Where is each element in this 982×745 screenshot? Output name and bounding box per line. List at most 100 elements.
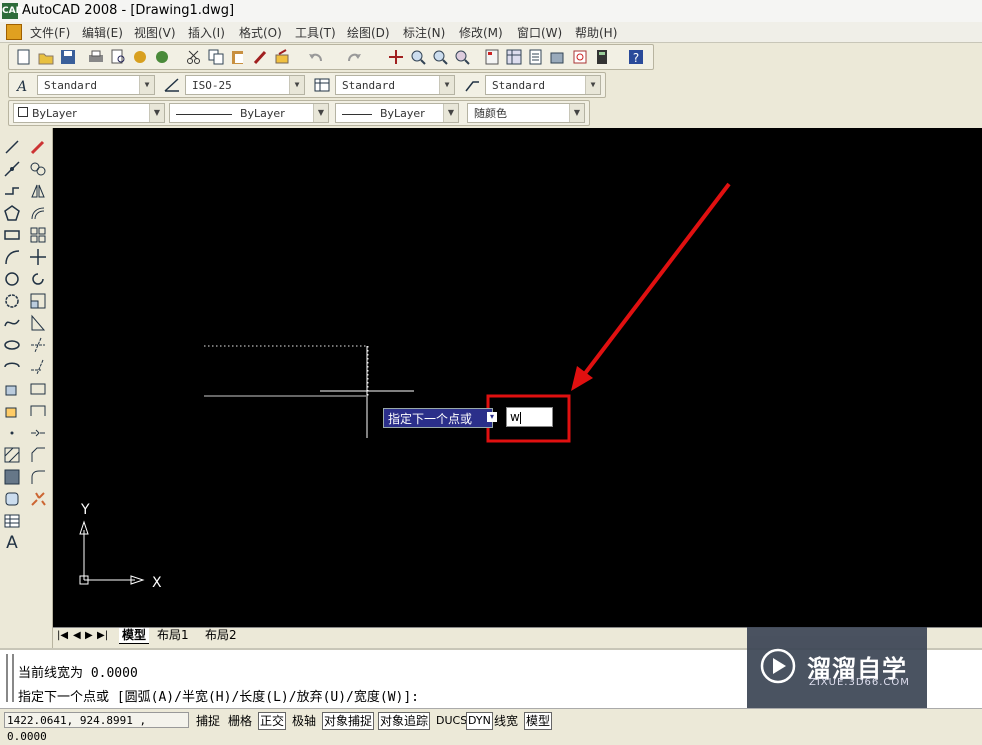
document-icon[interactable] [6, 24, 22, 40]
menu-view[interactable]: 视图(V) [134, 24, 176, 41]
mirror-icon[interactable] [29, 182, 47, 200]
copy-object-icon[interactable] [29, 160, 47, 178]
menu-format[interactable]: 格式(O) [239, 24, 282, 41]
dim-style-icon[interactable] [163, 76, 181, 94]
menu-file[interactable]: 文件(F) [30, 24, 70, 41]
snap-toggle[interactable]: 捕捉 [194, 712, 222, 730]
tab-model[interactable]: 模型 [119, 628, 150, 644]
menu-insert[interactable]: 插入(I) [188, 24, 225, 41]
dynamic-input-field[interactable]: w [506, 407, 553, 427]
sheet-set-icon[interactable] [549, 48, 567, 66]
break-icon[interactable] [29, 402, 47, 420]
linetype-select[interactable]: ByLayer ▼ [169, 103, 329, 123]
tab-first-icon[interactable]: |◀ [57, 628, 68, 643]
paste-icon[interactable] [229, 48, 247, 66]
plot-preview-icon[interactable] [109, 48, 127, 66]
break-at-point-icon[interactable] [29, 380, 47, 398]
options-down-arrow-icon[interactable]: ▾ [487, 412, 497, 422]
extend-icon[interactable] [29, 358, 47, 376]
cut-icon[interactable] [185, 48, 203, 66]
chevron-down-icon[interactable]: ▼ [139, 76, 154, 94]
copy-icon[interactable] [207, 48, 225, 66]
arc-icon[interactable] [3, 248, 21, 266]
chevron-down-icon[interactable]: ▼ [585, 76, 600, 94]
make-block-icon[interactable] [3, 402, 21, 420]
table-style-icon[interactable] [313, 76, 331, 94]
coordinate-readout[interactable]: 1422.0641, 924.8991 , 0.0000 [4, 712, 189, 743]
ducs-toggle[interactable]: DUCS [434, 712, 469, 730]
menu-help[interactable]: 帮助(H) [575, 24, 617, 41]
array-icon[interactable] [29, 226, 47, 244]
tab-next-icon[interactable]: ▶ [85, 628, 93, 643]
block-editor-icon[interactable] [273, 48, 291, 66]
match-properties-icon[interactable] [251, 48, 269, 66]
menu-edit[interactable]: 编辑(E) [82, 24, 123, 41]
polar-toggle[interactable]: 极轴 [290, 712, 318, 730]
model-toggle[interactable]: 模型 [524, 712, 553, 730]
open-icon[interactable] [37, 48, 55, 66]
save-icon[interactable] [59, 48, 77, 66]
construction-line-icon[interactable] [3, 160, 21, 178]
chamfer-icon[interactable] [29, 446, 47, 464]
zoom-previous-icon[interactable] [453, 48, 471, 66]
zoom-window-icon[interactable] [431, 48, 449, 66]
redo-icon[interactable] [345, 48, 363, 66]
insert-block-icon[interactable] [3, 380, 21, 398]
command-grip-icon[interactable] [6, 654, 14, 702]
properties-icon[interactable] [483, 48, 501, 66]
drawing-canvas[interactable]: Y X 指定下一个点或 ▾ w [53, 128, 982, 627]
plot-icon[interactable] [87, 48, 105, 66]
markup-icon[interactable] [571, 48, 589, 66]
text-style-icon[interactable]: A [15, 76, 33, 94]
tab-prev-icon[interactable]: ◀ [73, 628, 81, 643]
help-icon[interactable]: ? [627, 48, 645, 66]
undo-icon[interactable] [307, 48, 325, 66]
tab-layout2[interactable]: 布局2 [205, 628, 237, 643]
new-icon[interactable] [15, 48, 33, 66]
ellipse-arc-icon[interactable] [3, 358, 21, 376]
layer-select[interactable]: ByLayer ▼ [13, 103, 165, 123]
revision-cloud-icon[interactable] [3, 292, 21, 310]
dyn-toggle[interactable]: DYN [466, 712, 493, 730]
otrack-toggle[interactable]: 对象追踪 [378, 712, 431, 730]
plot-style-select[interactable]: 随颜色 ▼ [467, 103, 585, 123]
menu-modify[interactable]: 修改(M) [459, 24, 503, 41]
lineweight-toggle[interactable]: 线宽 [492, 712, 520, 730]
chevron-down-icon[interactable]: ▼ [313, 104, 328, 122]
trim-icon[interactable] [29, 336, 47, 354]
table-style-select[interactable]: Standard ▼ [335, 75, 455, 95]
dim-style-select[interactable]: ISO-25 ▼ [185, 75, 305, 95]
offset-icon[interactable] [29, 204, 47, 222]
multileader-style-icon[interactable] [463, 76, 481, 94]
polyline-icon[interactable] [3, 182, 21, 200]
ellipse-icon[interactable] [3, 336, 21, 354]
multiline-text-icon[interactable]: A [3, 534, 21, 552]
rotate-icon[interactable] [29, 270, 47, 288]
table-icon[interactable] [3, 512, 21, 530]
point-icon[interactable] [3, 424, 21, 442]
3d-dwf-icon[interactable] [153, 48, 171, 66]
ortho-toggle[interactable]: 正交 [258, 712, 287, 730]
explode-icon[interactable] [29, 490, 47, 508]
move-icon[interactable] [29, 248, 47, 266]
rectangle-icon[interactable] [3, 226, 21, 244]
tool-palettes-icon[interactable] [527, 48, 545, 66]
scale-icon[interactable] [29, 292, 47, 310]
menu-window[interactable]: 窗口(W) [517, 24, 562, 41]
line-icon[interactable] [3, 138, 21, 156]
fillet-icon[interactable] [29, 468, 47, 486]
tab-last-icon[interactable]: ▶| [97, 628, 108, 643]
menu-dimension[interactable]: 标注(N) [403, 24, 445, 41]
chevron-down-icon[interactable]: ▼ [439, 76, 454, 94]
chevron-down-icon[interactable]: ▼ [443, 104, 458, 122]
region-icon[interactable] [3, 490, 21, 508]
design-center-icon[interactable] [505, 48, 523, 66]
multileader-style-select[interactable]: Standard ▼ [485, 75, 601, 95]
grid-toggle[interactable]: 栅格 [226, 712, 254, 730]
erase-icon[interactable] [29, 138, 47, 156]
chevron-down-icon[interactable]: ▼ [289, 76, 304, 94]
command-prompt[interactable]: 指定下一个点或 [圆弧(A)/半宽(H)/长度(L)/放弃(U)/宽度(W)]: [18, 686, 419, 705]
hatch-icon[interactable] [3, 446, 21, 464]
tab-layout1[interactable]: 布局1 [157, 628, 189, 643]
circle-icon[interactable] [3, 270, 21, 288]
